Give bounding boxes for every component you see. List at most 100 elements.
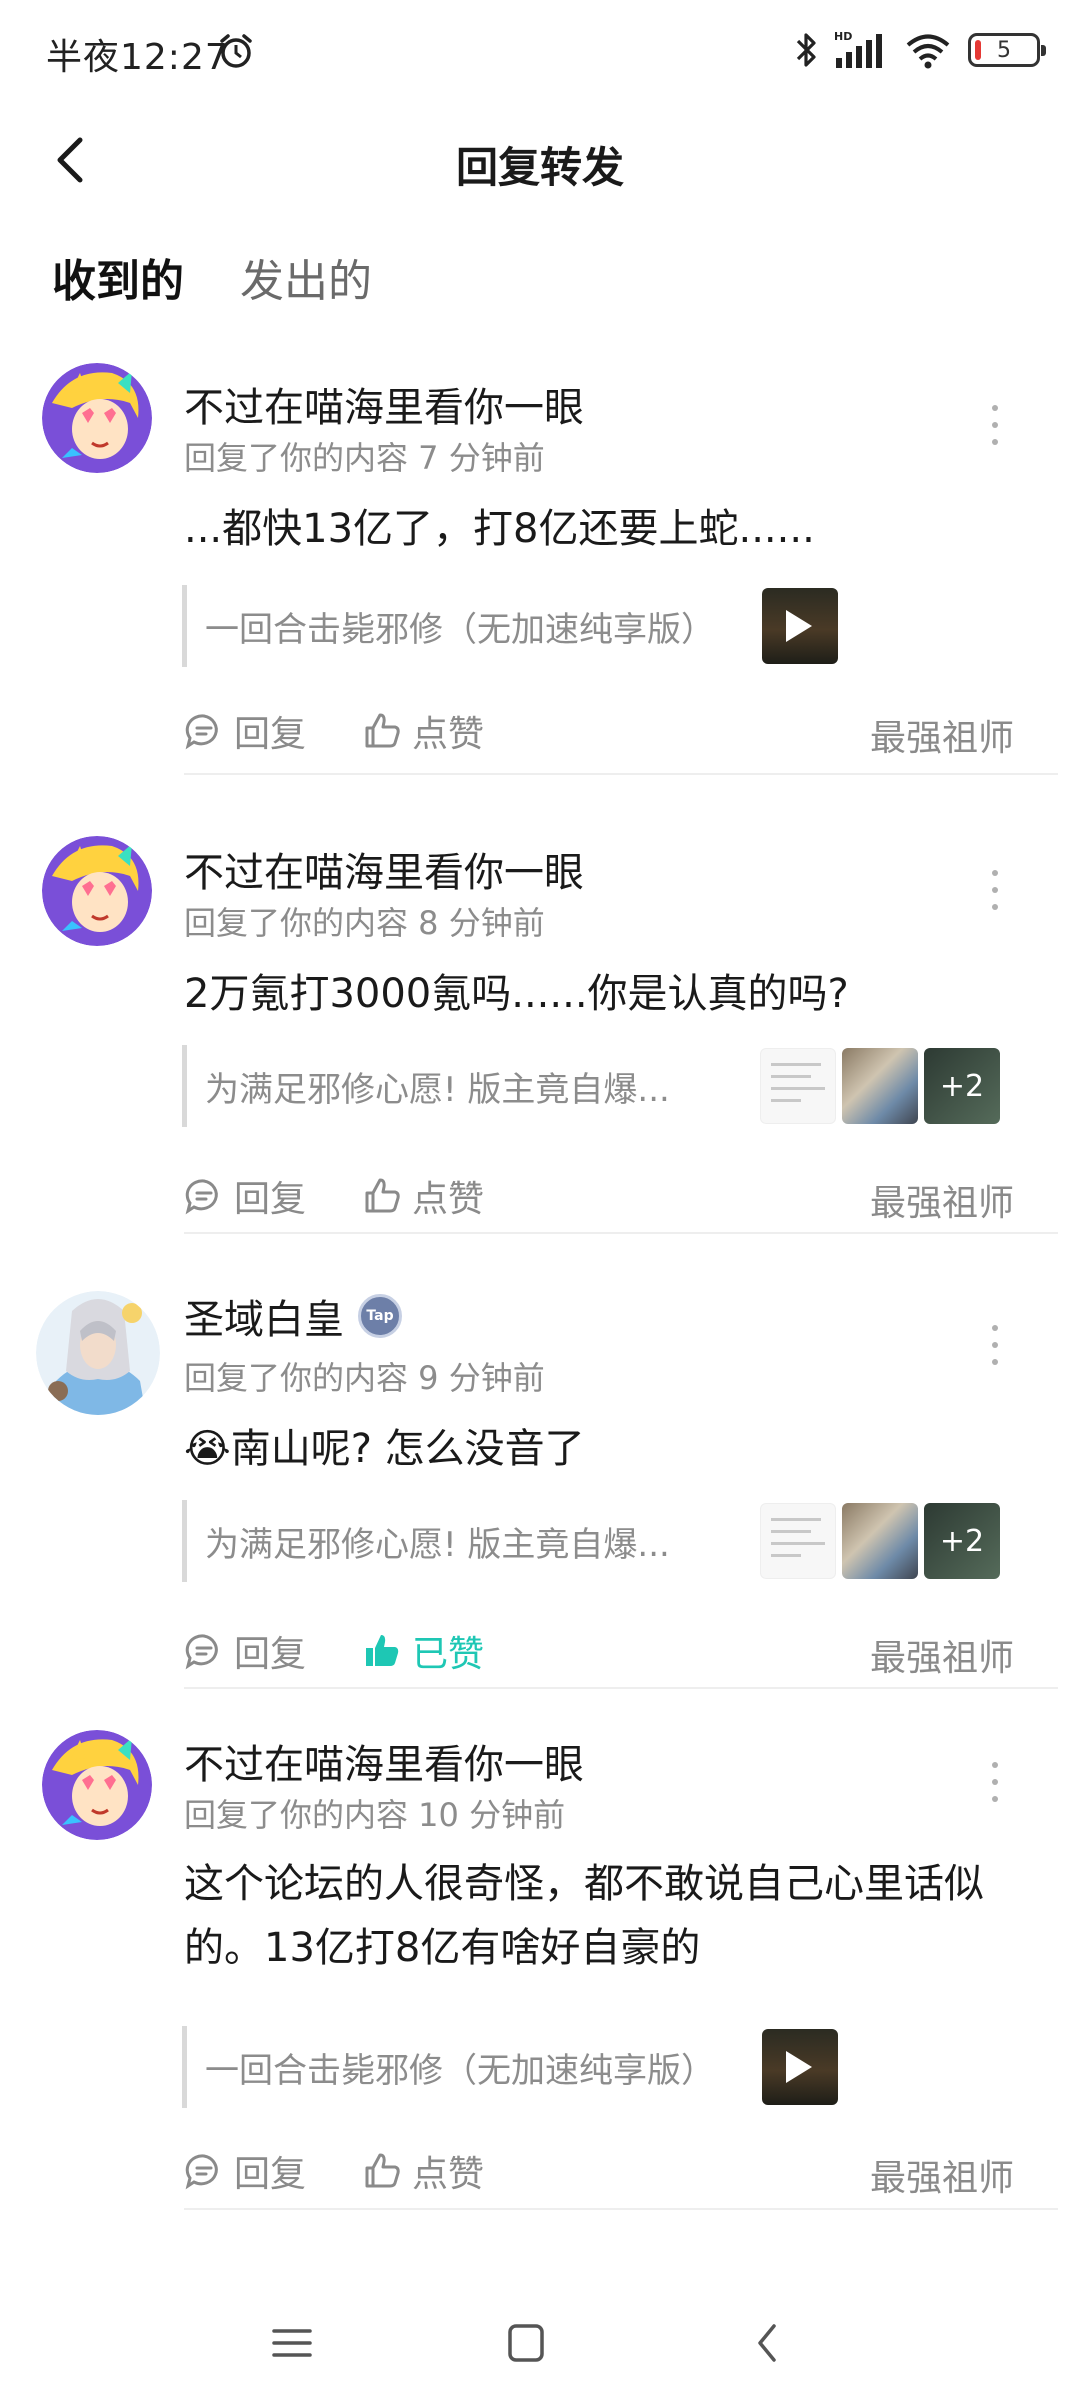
more-options-button[interactable] bbox=[980, 1762, 1010, 1802]
back-nav-icon[interactable] bbox=[738, 2318, 798, 2368]
avatar[interactable] bbox=[42, 363, 152, 473]
tap-badge-icon: Tap bbox=[358, 1294, 402, 1338]
menu-icon[interactable] bbox=[262, 2318, 322, 2368]
reply-button[interactable]: 回复 bbox=[184, 705, 306, 757]
quoted-post-title: 为满足邪修心愿! 版主竟自爆... bbox=[205, 1524, 670, 1565]
divider bbox=[184, 2208, 1058, 2210]
battery-percent: 5 bbox=[997, 37, 1011, 63]
thumbs-up-icon bbox=[365, 713, 400, 748]
character-avatar-icon bbox=[36, 1291, 160, 1415]
forum-name[interactable]: 最强祖师 bbox=[870, 1629, 1014, 1681]
quoted-post-thumbnails bbox=[762, 588, 838, 664]
play-icon bbox=[786, 2051, 812, 2083]
more-options-button[interactable] bbox=[980, 405, 1010, 445]
more-images-thumbnail: +2 bbox=[924, 1503, 1000, 1579]
signal-hd-icon: HD bbox=[834, 30, 882, 68]
comment-icon bbox=[185, 2154, 218, 2190]
more-options-button[interactable] bbox=[980, 870, 1010, 910]
like-label: 点赞 bbox=[412, 2154, 485, 2195]
home-icon[interactable] bbox=[496, 2318, 556, 2368]
quoted-post-title: 一回合击毙邪修（无加速纯享版） bbox=[205, 2050, 715, 2091]
quoted-post[interactable]: 为满足邪修心愿! 版主竟自爆... +2 bbox=[182, 1500, 1002, 1582]
status-icons: HD 5 bbox=[794, 30, 1046, 70]
battery-indicator: 5 bbox=[968, 33, 1046, 67]
like-label: 点赞 bbox=[412, 714, 485, 755]
comment-icon bbox=[185, 714, 218, 750]
reply-label: 回复 bbox=[234, 1634, 307, 1675]
tab-bar: 收到的 发出的 bbox=[52, 245, 372, 309]
item-actions: 回复 点赞 最强祖师 bbox=[184, 705, 1014, 759]
list-item[interactable]: 不过在喵海里看你一眼 回复了你的内容 7 分钟前 ...都快13亿了，打8亿还要… bbox=[0, 355, 1080, 775]
tab-received-label: 收到的 bbox=[52, 256, 184, 307]
comment-icon bbox=[185, 1179, 218, 1215]
cartoon-avatar-icon bbox=[42, 363, 152, 473]
thumbs-up-icon bbox=[365, 2153, 400, 2188]
comment-content[interactable]: ...都快13亿了，打8亿还要上蛇...... bbox=[184, 497, 1014, 561]
forum-name[interactable]: 最强祖师 bbox=[870, 2149, 1014, 2201]
status-bar: 半夜12:27 HD 5 bbox=[0, 0, 1080, 100]
username[interactable]: 不过在喵海里看你一眼 bbox=[184, 840, 584, 898]
cartoon-avatar-icon bbox=[42, 836, 152, 946]
liked-button[interactable]: 已赞 bbox=[362, 1625, 484, 1677]
more-images-count: +2 bbox=[939, 1523, 985, 1559]
username[interactable]: 不过在喵海里看你一眼 bbox=[184, 375, 584, 433]
username-text: 圣域白皇 bbox=[184, 1297, 344, 1343]
reply-button[interactable]: 回复 bbox=[184, 1625, 306, 1677]
thumbs-up-icon bbox=[365, 1178, 400, 1213]
item-actions: 回复 点赞 最强祖师 bbox=[184, 1170, 1014, 1224]
system-nav-bar bbox=[0, 2290, 1080, 2400]
reply-button[interactable]: 回复 bbox=[184, 1170, 306, 1222]
more-options-button[interactable] bbox=[980, 1325, 1010, 1365]
liked-label: 已赞 bbox=[412, 1634, 485, 1675]
tap-badge-label: Tap bbox=[366, 1308, 394, 1324]
cartoon-avatar-icon bbox=[42, 1730, 152, 1840]
title-bar: 回复转发 bbox=[0, 110, 1080, 210]
status-time: 半夜12:27 bbox=[46, 37, 229, 78]
quoted-post-thumbnails: +2 bbox=[760, 1503, 1000, 1579]
divider bbox=[184, 1687, 1058, 1689]
like-button[interactable]: 点赞 bbox=[362, 2145, 484, 2197]
divider bbox=[184, 1232, 1058, 1234]
list-item[interactable]: 圣域白皇 Tap 回复了你的内容 9 分钟前 😭南山呢? 怎么没音了 为满足邪修… bbox=[0, 1275, 1080, 1695]
wifi-icon bbox=[906, 34, 950, 69]
list-item[interactable]: 不过在喵海里看你一眼 回复了你的内容 10 分钟前 这个论坛的人很奇怪，都不敢说… bbox=[0, 1730, 1080, 2220]
quoted-post-title: 一回合击毙邪修（无加速纯享版） bbox=[205, 609, 715, 650]
thumbs-up-filled-icon bbox=[366, 1635, 399, 1666]
more-images-count: +2 bbox=[939, 1068, 985, 1104]
item-actions: 回复 点赞 最强祖师 bbox=[184, 2145, 1014, 2199]
username[interactable]: 不过在喵海里看你一眼 bbox=[184, 1732, 584, 1790]
avatar[interactable] bbox=[42, 1730, 152, 1840]
avatar[interactable] bbox=[42, 836, 152, 946]
comment-content[interactable]: 这个论坛的人很奇怪，都不敢说自己心里话似的。13亿打8亿有啥好自豪的 bbox=[184, 1852, 1004, 1980]
image-thumbnail bbox=[842, 1048, 918, 1124]
hd-label: HD bbox=[834, 30, 852, 43]
more-images-thumbnail: +2 bbox=[924, 1048, 1000, 1124]
like-label: 点赞 bbox=[412, 1179, 485, 1220]
quoted-post-thumbnails bbox=[762, 2029, 838, 2105]
image-thumbnail bbox=[760, 1503, 836, 1579]
like-button[interactable]: 点赞 bbox=[362, 705, 484, 757]
video-thumbnail bbox=[762, 2029, 838, 2105]
quoted-post[interactable]: 一回合击毙邪修（无加速纯享版） bbox=[182, 585, 842, 667]
username-text: 不过在喵海里看你一眼 bbox=[184, 850, 584, 896]
quoted-post[interactable]: 为满足邪修心愿! 版主竟自爆... +2 bbox=[182, 1045, 1002, 1127]
username[interactable]: 圣域白皇 Tap bbox=[184, 1287, 402, 1345]
reply-button[interactable]: 回复 bbox=[184, 2145, 306, 2197]
comment-content[interactable]: 😭南山呢? 怎么没音了 bbox=[184, 1417, 1014, 1481]
reply-meta: 回复了你的内容 8 分钟前 bbox=[184, 904, 545, 942]
tab-received[interactable]: 收到的 bbox=[52, 245, 184, 309]
avatar[interactable] bbox=[36, 1291, 160, 1415]
tab-sent[interactable]: 发出的 bbox=[240, 245, 372, 309]
reply-meta: 回复了你的内容 10 分钟前 bbox=[184, 1796, 566, 1834]
tab-sent-label: 发出的 bbox=[240, 256, 372, 307]
page-title: 回复转发 bbox=[455, 143, 624, 192]
quoted-post[interactable]: 一回合击毙邪修（无加速纯享版） bbox=[182, 2026, 842, 2108]
comment-content[interactable]: 2万氪打3000氪吗......你是认真的吗? bbox=[184, 962, 1014, 1026]
list-item[interactable]: 不过在喵海里看你一眼 回复了你的内容 8 分钟前 2万氪打3000氪吗.....… bbox=[0, 820, 1080, 1240]
like-button[interactable]: 点赞 bbox=[362, 1170, 484, 1222]
image-thumbnail bbox=[842, 1503, 918, 1579]
reply-meta: 回复了你的内容 9 分钟前 bbox=[184, 1359, 545, 1397]
forum-name[interactable]: 最强祖师 bbox=[870, 1174, 1014, 1226]
comment-icon bbox=[185, 1634, 218, 1670]
forum-name[interactable]: 最强祖师 bbox=[870, 709, 1014, 761]
